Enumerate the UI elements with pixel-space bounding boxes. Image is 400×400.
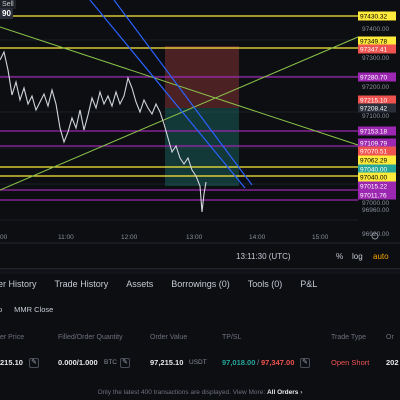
price-scale-label: 97400.00 bbox=[362, 26, 389, 33]
tab-trade-history[interactable]: Trade History bbox=[55, 279, 109, 289]
trade-type-value: Open Short bbox=[331, 358, 370, 367]
trading-app: 97400.00 97300.00 97200.00 97100.00 97000.00… bbox=[0, 0, 400, 400]
price-scale-label: 96920.00 bbox=[362, 231, 389, 238]
order-value-unit: USDT bbox=[189, 359, 207, 366]
sell-badge-value[interactable]: 90 bbox=[0, 8, 13, 19]
footnote: Only the latest 400 transactions are dis… bbox=[0, 389, 400, 396]
col-trade-type: Trade Type bbox=[331, 334, 367, 341]
time-axis-label: 13:00 bbox=[186, 234, 203, 241]
order-subtabs: p MMR Close bbox=[0, 305, 65, 319]
price-scale-label: 97300.00 bbox=[362, 55, 389, 62]
price-scale-label: 97100.00 bbox=[362, 113, 389, 120]
price-tag[interactable]: 97040.00 bbox=[360, 167, 387, 174]
price-tag[interactable]: 97040.00 bbox=[360, 175, 387, 182]
price-scale-label: 96960.00 bbox=[362, 207, 389, 214]
order-time-value: 202 bbox=[386, 358, 399, 367]
price-tag[interactable]: 97109.79 bbox=[360, 141, 387, 148]
all-orders-link[interactable]: All Orders bbox=[267, 389, 298, 396]
order-value: 97,215.10 bbox=[150, 358, 184, 367]
tab-pnl[interactable]: P&L bbox=[300, 279, 317, 289]
edit-price-icon[interactable]: ✎ bbox=[29, 358, 39, 368]
price-tag[interactable]: 97015.22 bbox=[360, 184, 387, 191]
price-tag[interactable]: 97347.41 bbox=[360, 47, 387, 54]
edit-tpsl-icon[interactable]: ✎ bbox=[300, 358, 310, 368]
order-price-value: 215.10 bbox=[0, 358, 23, 367]
tab-borrowings[interactable]: Borrowings (0) bbox=[171, 279, 230, 289]
tp-sl-separator: / bbox=[257, 358, 260, 367]
subtab-mmr-close[interactable]: MMR Close bbox=[14, 305, 53, 319]
col-order-time: Or bbox=[386, 334, 394, 341]
stop-loss-value: 97,347.00 bbox=[261, 358, 295, 367]
order-tabs: rder History Trade History Assets Borrow… bbox=[0, 274, 400, 294]
log-toggle[interactable]: log bbox=[352, 252, 363, 261]
percent-toggle[interactable]: % bbox=[336, 252, 343, 261]
chart-canvas[interactable]: 97400.00 97300.00 97200.00 97100.00 97000.00… bbox=[0, 0, 400, 268]
edit-quantity-icon[interactable]: ✎ bbox=[120, 358, 130, 368]
orders-table-header: er Price Filled/Order Quantity Order Val… bbox=[0, 334, 400, 344]
col-order-price: er Price bbox=[0, 334, 25, 341]
time-readout: 13:11:30 (UTC) bbox=[236, 252, 291, 261]
tab-assets[interactable]: Assets bbox=[126, 279, 153, 289]
quantity-value: 0.000/1.000 bbox=[58, 358, 98, 367]
time-axis-label: 12:00 bbox=[121, 234, 138, 241]
col-tp-sl: TP/SL bbox=[222, 334, 242, 341]
subtab-tp[interactable]: p bbox=[0, 305, 2, 319]
arrow-right-icon[interactable]: › bbox=[300, 389, 302, 396]
tab-order-history[interactable]: rder History bbox=[0, 279, 37, 289]
price-tag[interactable]: 97280.70 bbox=[360, 75, 387, 82]
col-quantity: Filled/Order Quantity bbox=[58, 334, 123, 341]
footnote-text: Only the latest 400 transactions are dis… bbox=[97, 389, 266, 396]
price-tag[interactable]: 97153.18 bbox=[360, 129, 387, 136]
time-axis-label: 11:00 bbox=[58, 234, 74, 241]
price-chart[interactable]: 97400.00 97300.00 97200.00 97100.00 97000.00… bbox=[0, 0, 400, 268]
price-tag[interactable]: 97208.42 bbox=[360, 106, 387, 113]
time-axis-label: 00 bbox=[0, 234, 8, 241]
price-tag[interactable]: 97011.76 bbox=[360, 193, 387, 200]
price-tag[interactable]: 97070.51 bbox=[360, 149, 387, 156]
price-tag[interactable]: 97062.29 bbox=[360, 158, 387, 165]
auto-toggle[interactable]: auto bbox=[373, 252, 389, 261]
price-tag[interactable]: 97215.10 bbox=[360, 98, 387, 105]
col-order-value: Order Value bbox=[150, 334, 188, 341]
quantity-unit: BTC bbox=[104, 359, 117, 366]
take-profit-value: 97,018.00 bbox=[222, 358, 256, 367]
table-row: 215.10 ✎ 0.000/1.000 BTC ✎ 97,215.10 USD… bbox=[0, 358, 400, 370]
price-tag[interactable]: 97349.78 bbox=[360, 39, 387, 46]
price-tag[interactable]: 97430.32 bbox=[360, 14, 387, 21]
tab-tools[interactable]: Tools (0) bbox=[248, 279, 283, 289]
time-axis-label: 15:00 bbox=[312, 234, 329, 241]
price-scale-label: 97000.00 bbox=[362, 200, 389, 207]
price-scale-label: 97200.00 bbox=[362, 84, 389, 91]
time-axis-label: 14:00 bbox=[249, 234, 266, 241]
